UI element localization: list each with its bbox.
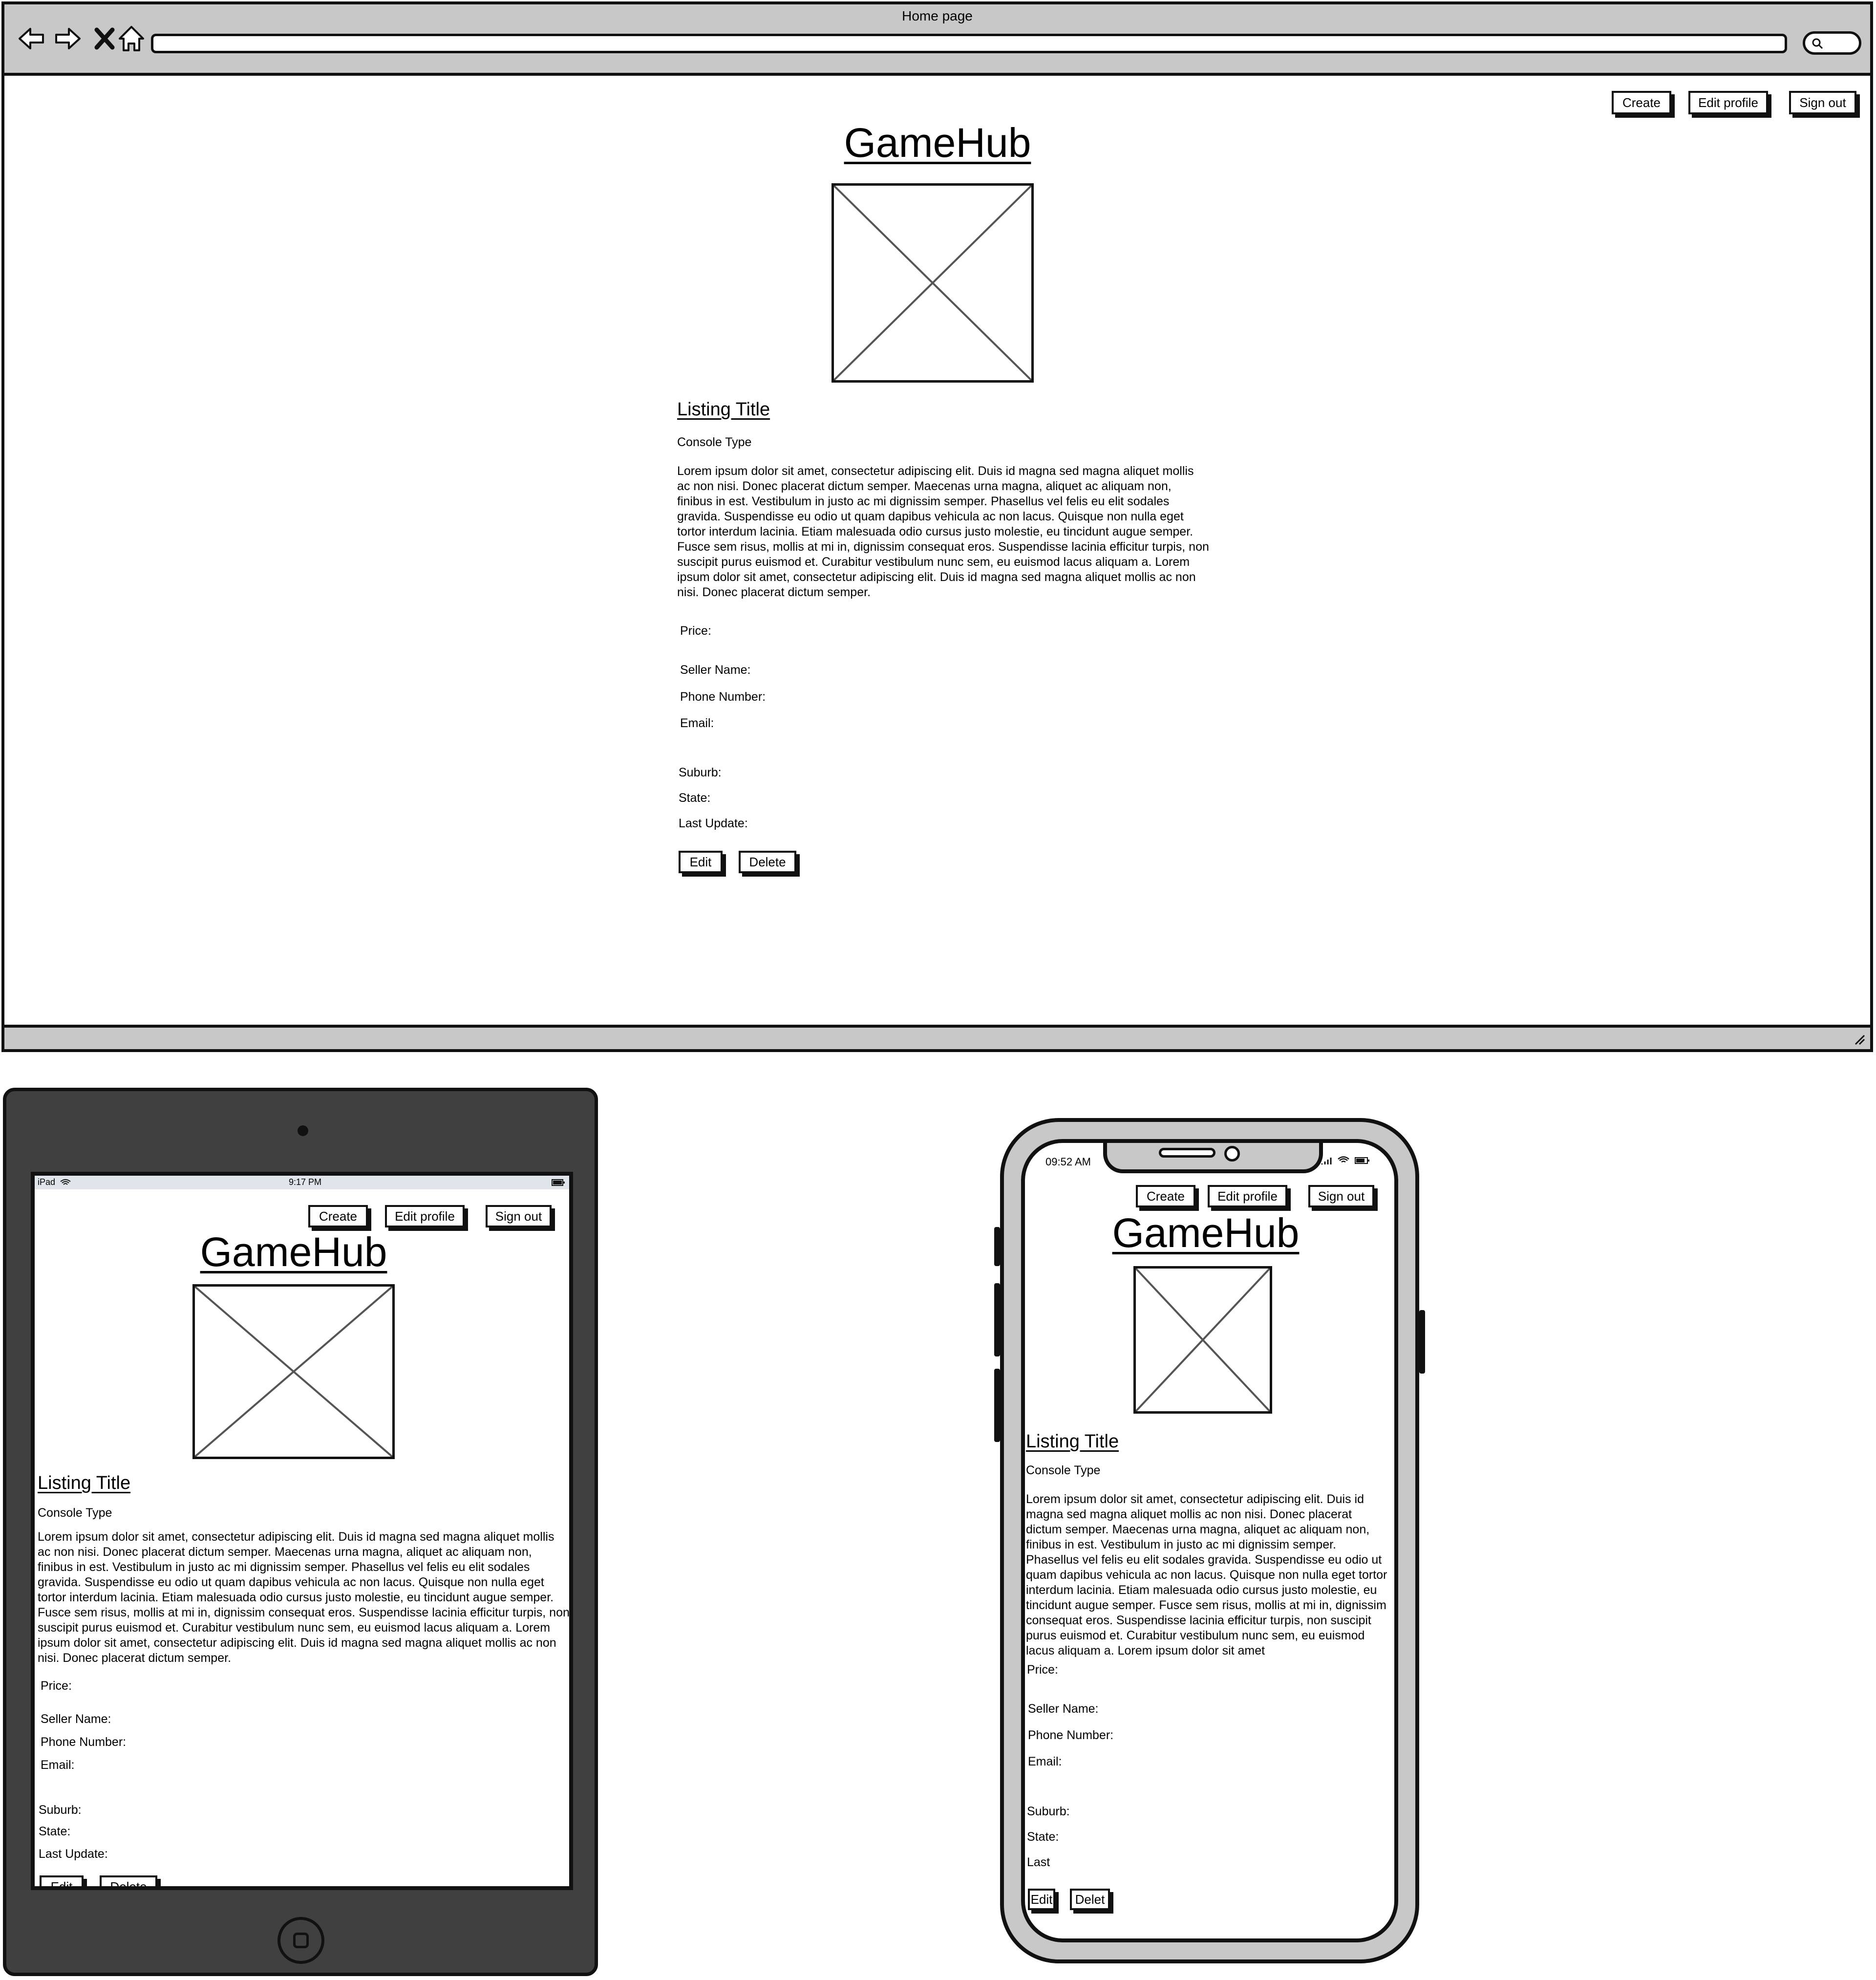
- home-icon[interactable]: [117, 24, 146, 53]
- edit-profile-button[interactable]: Edit profile: [1688, 91, 1768, 114]
- iphone-device: 09:52 AM Create Edit profile Sign out Ga…: [994, 1118, 1425, 1963]
- edit-profile-button[interactable]: Edit profile: [385, 1205, 465, 1227]
- email-label: Email:: [680, 716, 714, 730]
- suburb-label: Suburb:: [1027, 1805, 1070, 1818]
- state-label: State:: [39, 1825, 71, 1838]
- iphone-screen: 09:52 AM Create Edit profile Sign out Ga…: [1021, 1139, 1398, 1942]
- wifi-icon: [60, 1179, 71, 1185]
- create-button[interactable]: Create: [308, 1205, 368, 1227]
- seller-name-label: Seller Name:: [41, 1712, 111, 1726]
- edit-button[interactable]: Edit: [1028, 1889, 1055, 1910]
- listing-description: Lorem ipsum dolor sit amet, consectetur …: [677, 464, 1209, 599]
- resize-grip-icon[interactable]: [1853, 1033, 1865, 1045]
- battery-icon: [1355, 1157, 1369, 1164]
- listing-description: Lorem ipsum dolor sit amet, consectetur …: [38, 1530, 570, 1665]
- window-title: Home page: [902, 8, 973, 23]
- listing-title: Listing Title: [1026, 1431, 1119, 1452]
- browser-statusbar: [4, 1025, 1870, 1049]
- state-label: State:: [1027, 1830, 1059, 1844]
- create-button[interactable]: Create: [1136, 1185, 1195, 1207]
- console-type: Console Type: [1026, 1463, 1101, 1477]
- power-button[interactable]: [1419, 1310, 1425, 1374]
- site-logo: GameHub: [844, 120, 1031, 166]
- last-update-label: Last: [1027, 1855, 1050, 1869]
- notch: [1103, 1143, 1323, 1173]
- edit-button[interactable]: Edit: [40, 1875, 84, 1886]
- phone-number-label: Phone Number:: [1028, 1728, 1114, 1742]
- price-label: Price:: [41, 1679, 72, 1693]
- suburb-label: Suburb:: [39, 1803, 82, 1817]
- speaker-grille: [1159, 1148, 1215, 1158]
- ipad-screen: iPad 9:17 PM Create Edit profile Sign ou…: [31, 1172, 573, 1890]
- search-icon: [1812, 38, 1823, 49]
- delete-button[interactable]: Delete: [739, 851, 796, 873]
- battery-icon: [552, 1179, 565, 1186]
- wifi-icon: [1338, 1156, 1349, 1163]
- description-scroll-area[interactable]: Lorem ipsum dolor sit amet, consectetur …: [1026, 1492, 1390, 1662]
- arrow-left-icon[interactable]: [17, 24, 46, 53]
- listing-image-placeholder: [831, 183, 1034, 383]
- edit-profile-button[interactable]: Edit profile: [1208, 1185, 1287, 1207]
- listing-image-placeholder: [1133, 1266, 1272, 1414]
- sign-out-button[interactable]: Sign out: [1789, 91, 1856, 114]
- create-button[interactable]: Create: [1612, 91, 1671, 114]
- home-button-icon: [293, 1933, 309, 1948]
- last-update-label: Last Update:: [679, 817, 748, 830]
- mute-switch: [994, 1227, 1000, 1266]
- last-update-label: Last Update:: [39, 1847, 108, 1861]
- volume-down-button[interactable]: [994, 1369, 1000, 1442]
- listing-description: Lorem ipsum dolor sit amet, consectetur …: [1026, 1492, 1387, 1657]
- browser-toolbar: Home page: [4, 4, 1870, 76]
- ipad-status-bar: iPad 9:17 PM: [35, 1176, 569, 1189]
- home-button[interactable]: [277, 1917, 324, 1964]
- ipad-device: iPad 9:17 PM Create Edit profile Sign ou…: [3, 1088, 598, 1976]
- sign-out-button[interactable]: Sign out: [1308, 1185, 1374, 1207]
- camera-icon: [298, 1125, 308, 1136]
- delete-button[interactable]: Delete: [100, 1875, 157, 1886]
- price-label: Price:: [1027, 1663, 1058, 1677]
- seller-name-label: Seller Name:: [680, 663, 751, 677]
- email-label: Email:: [41, 1758, 75, 1772]
- edit-button[interactable]: Edit: [679, 851, 723, 873]
- suburb-label: Suburb:: [679, 766, 722, 779]
- listing-title: Listing Title: [677, 399, 770, 420]
- console-type: Console Type: [677, 435, 752, 449]
- console-type: Console Type: [38, 1506, 112, 1520]
- phone-number-label: Phone Number:: [41, 1735, 127, 1749]
- close-icon[interactable]: [90, 24, 119, 53]
- volume-up-button[interactable]: [994, 1283, 1000, 1356]
- signal-icon: [1321, 1158, 1332, 1164]
- price-label: Price:: [680, 624, 711, 638]
- seller-name-label: Seller Name:: [1028, 1702, 1099, 1716]
- phone-number-label: Phone Number:: [680, 690, 766, 704]
- address-bar[interactable]: [151, 34, 1787, 53]
- state-label: State:: [679, 791, 711, 805]
- status-time: 09:52 AM: [1045, 1156, 1091, 1168]
- status-time: 9:17 PM: [289, 1177, 322, 1187]
- site-logo: GameHub: [1112, 1210, 1300, 1256]
- listing-title: Listing Title: [38, 1473, 131, 1493]
- device-label: iPad: [38, 1177, 56, 1187]
- site-logo: GameHub: [200, 1229, 387, 1275]
- listing-image-placeholder: [192, 1284, 395, 1459]
- sign-out-button[interactable]: Sign out: [486, 1205, 552, 1227]
- camera-icon: [1224, 1146, 1240, 1162]
- search-button[interactable]: [1803, 31, 1861, 55]
- email-label: Email:: [1028, 1755, 1062, 1768]
- arrow-right-icon[interactable]: [53, 24, 83, 53]
- delete-button[interactable]: Delet: [1070, 1889, 1110, 1910]
- browser-window: Home page Create Edit profile Sign out G…: [1, 1, 1873, 1052]
